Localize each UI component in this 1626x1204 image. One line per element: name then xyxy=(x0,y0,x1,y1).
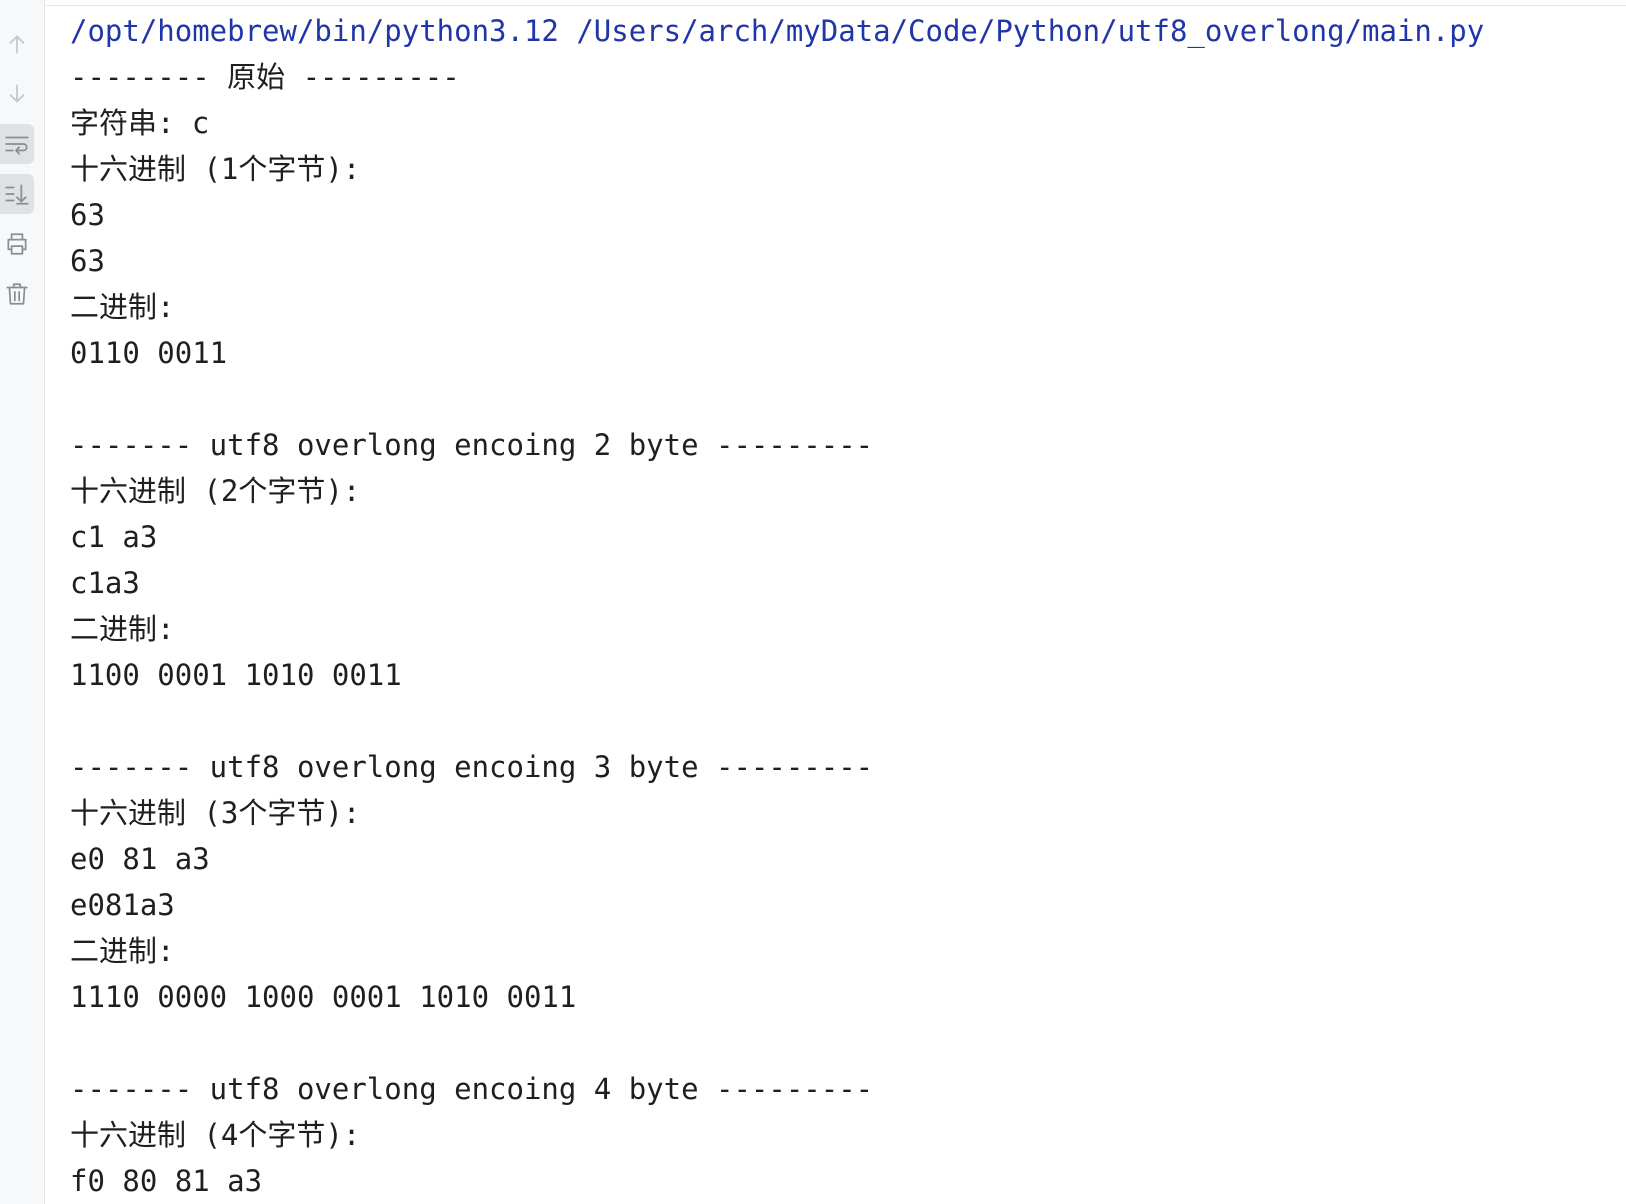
section-header-4-byte: ------- utf8 overlong encoing 4 byte ---… xyxy=(70,1072,874,1106)
hex-label-2: 十六进制 (2个字节): xyxy=(70,474,361,508)
binary-label-3: 二进制: xyxy=(70,934,175,968)
trash-icon[interactable] xyxy=(0,274,34,314)
top-divider xyxy=(46,0,1626,6)
hex-label-4: 十六进制 (4个字节): xyxy=(70,1118,361,1152)
hex-label-3: 十六进制 (3个字节): xyxy=(70,796,361,830)
console-toolbar xyxy=(0,0,45,1204)
hex-spaced-3: e0 81 a3 xyxy=(70,842,210,876)
print-icon[interactable] xyxy=(0,224,34,264)
hex-joined-1: 63 xyxy=(70,244,105,278)
run-console-window: /opt/homebrew/bin/python3.12 /Users/arch… xyxy=(0,0,1626,1204)
hex-joined-3: e081a3 xyxy=(70,888,175,922)
section-header-3-byte: ------- utf8 overlong encoing 3 byte ---… xyxy=(70,750,874,784)
binary-value-1: 0110 0011 xyxy=(70,336,228,370)
binary-value-3: 1110 0000 1000 0001 1010 0011 xyxy=(70,980,577,1014)
hex-spaced-1: 63 xyxy=(70,198,105,232)
string-line: 字符串: c xyxy=(70,106,210,140)
binary-value-2: 1100 0001 1010 0011 xyxy=(70,658,402,692)
scroll-to-end-icon[interactable] xyxy=(0,174,34,214)
binary-label-1: 二进制: xyxy=(70,290,175,324)
run-command-line: /opt/homebrew/bin/python3.12 /Users/arch… xyxy=(70,14,1485,48)
section-header-2-byte: ------- utf8 overlong encoing 2 byte ---… xyxy=(70,428,874,462)
section-header-original: -------- 原始 --------- xyxy=(70,60,460,94)
console-output: /opt/homebrew/bin/python3.12 /Users/arch… xyxy=(70,8,1626,1204)
hex-spaced-4: f0 80 81 a3 xyxy=(70,1164,263,1198)
binary-label-2: 二进制: xyxy=(70,612,175,646)
arrow-up-icon[interactable] xyxy=(0,24,34,64)
soft-wrap-icon[interactable] xyxy=(0,124,34,164)
hex-label-1: 十六进制 (1个字节): xyxy=(70,152,361,186)
arrow-down-icon[interactable] xyxy=(0,74,34,114)
hex-joined-2: c1a3 xyxy=(70,566,140,600)
hex-spaced-2: c1 a3 xyxy=(70,520,158,554)
